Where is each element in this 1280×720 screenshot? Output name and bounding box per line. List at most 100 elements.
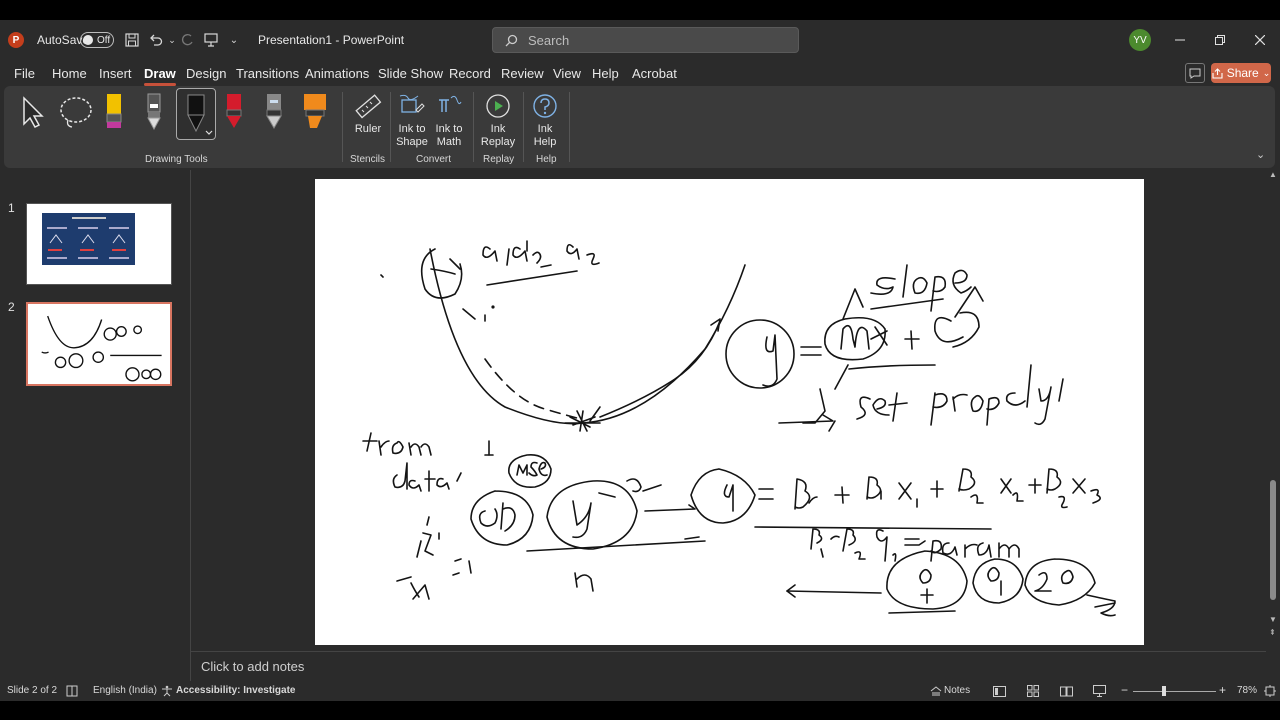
ink-drawing [362,240,1116,617]
notes-pane[interactable]: Click to add notes [191,651,1266,681]
group-label-drawing-tools: Drawing Tools [145,154,208,165]
ink-to-shape-icon [399,94,425,113]
share-button[interactable]: Share ⌄ [1211,63,1271,83]
ink-to-shape-button[interactable]: Ink to Shape [395,92,429,149]
slide-thumbnail-2[interactable] [26,302,172,386]
slideshow-view-icon[interactable] [1092,684,1106,698]
thumbnail-number: 1 [8,201,15,215]
chevron-down-icon: ⌄ [1262,67,1271,78]
scroll-up-icon[interactable]: ▲ [1269,170,1277,179]
highlighter-orange-icon[interactable] [302,92,328,133]
slide-thumbnail-1[interactable] [26,203,172,285]
pen-red-icon[interactable] [224,92,244,133]
tab-design[interactable]: Design [186,66,226,81]
zoom-out-icon[interactable]: − [1121,683,1128,697]
zoom-slider-knob[interactable] [1162,686,1166,696]
comments-button[interactable] [1185,63,1205,83]
ruler-label: Ruler [354,123,382,135]
accessibility-status[interactable]: Accessibility: Investigate [176,685,296,696]
spell-check-icon[interactable] [65,684,79,698]
zoom-slider[interactable] [1133,691,1216,692]
ruler-icon [355,94,382,119]
fit-to-window-icon[interactable] [1263,684,1277,698]
notes-placeholder: Click to add notes [201,659,305,674]
tab-file[interactable]: File [14,66,35,81]
ink-to-shape-label-line1: Ink to [398,123,426,135]
vertical-scrollbar[interactable]: ▲ ▼ ⇞ [1267,170,1279,640]
previous-slide-icon[interactable]: ⇞ [1269,628,1276,637]
ink-to-math-button[interactable]: Ink to Math [432,92,466,149]
customize-toolbar-icon[interactable]: ⌄ [224,30,244,50]
select-pointer-icon[interactable] [18,94,48,133]
lasso-select-icon[interactable] [56,94,96,133]
tab-draw[interactable]: Draw [144,66,176,86]
zoom-level[interactable]: 78% [1237,685,1257,696]
ink-replay-label-line1: Ink [490,123,506,135]
group-label-replay: Replay [483,154,515,165]
pen-black-selected-icon[interactable] [176,88,216,140]
redo-icon[interactable] [178,30,198,50]
comment-icon [1189,68,1201,79]
toggle-knob [83,35,93,45]
tab-acrobat[interactable]: Acrobat [632,66,677,81]
language-indicator[interactable]: English (India) [93,685,157,696]
notes-toggle[interactable]: Notes [944,685,970,696]
tab-help[interactable]: Help [592,66,619,81]
ink-help-label-line1: Ink [537,123,553,135]
ink-replay-button[interactable]: Ink Replay [478,92,518,149]
share-icon [1212,67,1223,79]
save-icon[interactable] [122,30,142,50]
tab-review[interactable]: Review [501,66,544,81]
search-placeholder: Search [528,32,570,48]
group-label-convert: Convert [416,154,452,165]
group-label-stencils: Stencils [350,154,386,165]
autosave-toggle[interactable]: Off [80,32,114,48]
avatar[interactable]: YV [1129,29,1151,51]
scrollbar-thumb[interactable] [1270,480,1276,600]
slide-canvas[interactable] [315,179,1144,645]
close-icon[interactable] [1250,30,1270,50]
reading-view-icon[interactable] [1059,684,1073,698]
separator [569,92,570,162]
tab-view[interactable]: View [553,66,581,81]
ink-to-shape-label-line2: Shape [396,136,428,148]
ink-help-label-line2: Help [533,136,557,148]
ink-replay-icon [486,94,510,118]
autosave-state: Off [97,34,111,46]
document-title: Presentation1 - PowerPoint [258,33,405,47]
slide-sorter-icon[interactable] [1026,684,1040,698]
tab-insert[interactable]: Insert [99,66,132,81]
ink-help-button[interactable]: Ink Help [528,92,562,149]
search-box[interactable]: Search [492,27,799,53]
thumbnail-ink-preview [41,315,162,382]
pen-gray-icon[interactable] [264,92,284,133]
collapse-ribbon-icon[interactable]: ⌄ [1256,148,1265,161]
tab-record[interactable]: Record [449,66,491,81]
normal-view-icon[interactable] [992,684,1006,698]
present-icon[interactable] [201,30,221,50]
search-icon [505,34,518,46]
tab-home[interactable]: Home [52,66,87,81]
restore-icon[interactable] [1210,30,1230,50]
pen-black-ballpoint-icon[interactable] [144,92,164,133]
pane-divider [190,170,191,700]
zoom-in-icon[interactable]: + [1219,683,1226,697]
minimize-icon[interactable] [1170,30,1190,50]
draw-ribbon: Drawing Tools Ruler Stencils Ink to Shap… [4,86,1275,168]
ink-to-math-label-line1: Ink to [435,123,463,135]
tab-animations[interactable]: Animations [305,66,369,81]
ink-replay-label-line2: Replay [480,136,516,148]
highlighter-yellow-icon[interactable] [104,92,124,133]
thumbnail-number: 2 [8,300,15,314]
tab-slide-show[interactable]: Slide Show [378,66,443,81]
ink-to-math-label-line2: Math [436,136,462,148]
separator [473,92,474,162]
share-label: Share [1226,66,1259,80]
tab-transitions[interactable]: Transitions [236,66,299,81]
slide-counter: Slide 2 of 2 [7,685,58,696]
powerpoint-logo-icon: P [8,32,24,48]
ruler-button[interactable]: Ruler [351,92,385,136]
separator [523,92,524,162]
scroll-down-icon[interactable]: ▼ [1269,615,1277,624]
group-label-help: Help [536,154,557,165]
